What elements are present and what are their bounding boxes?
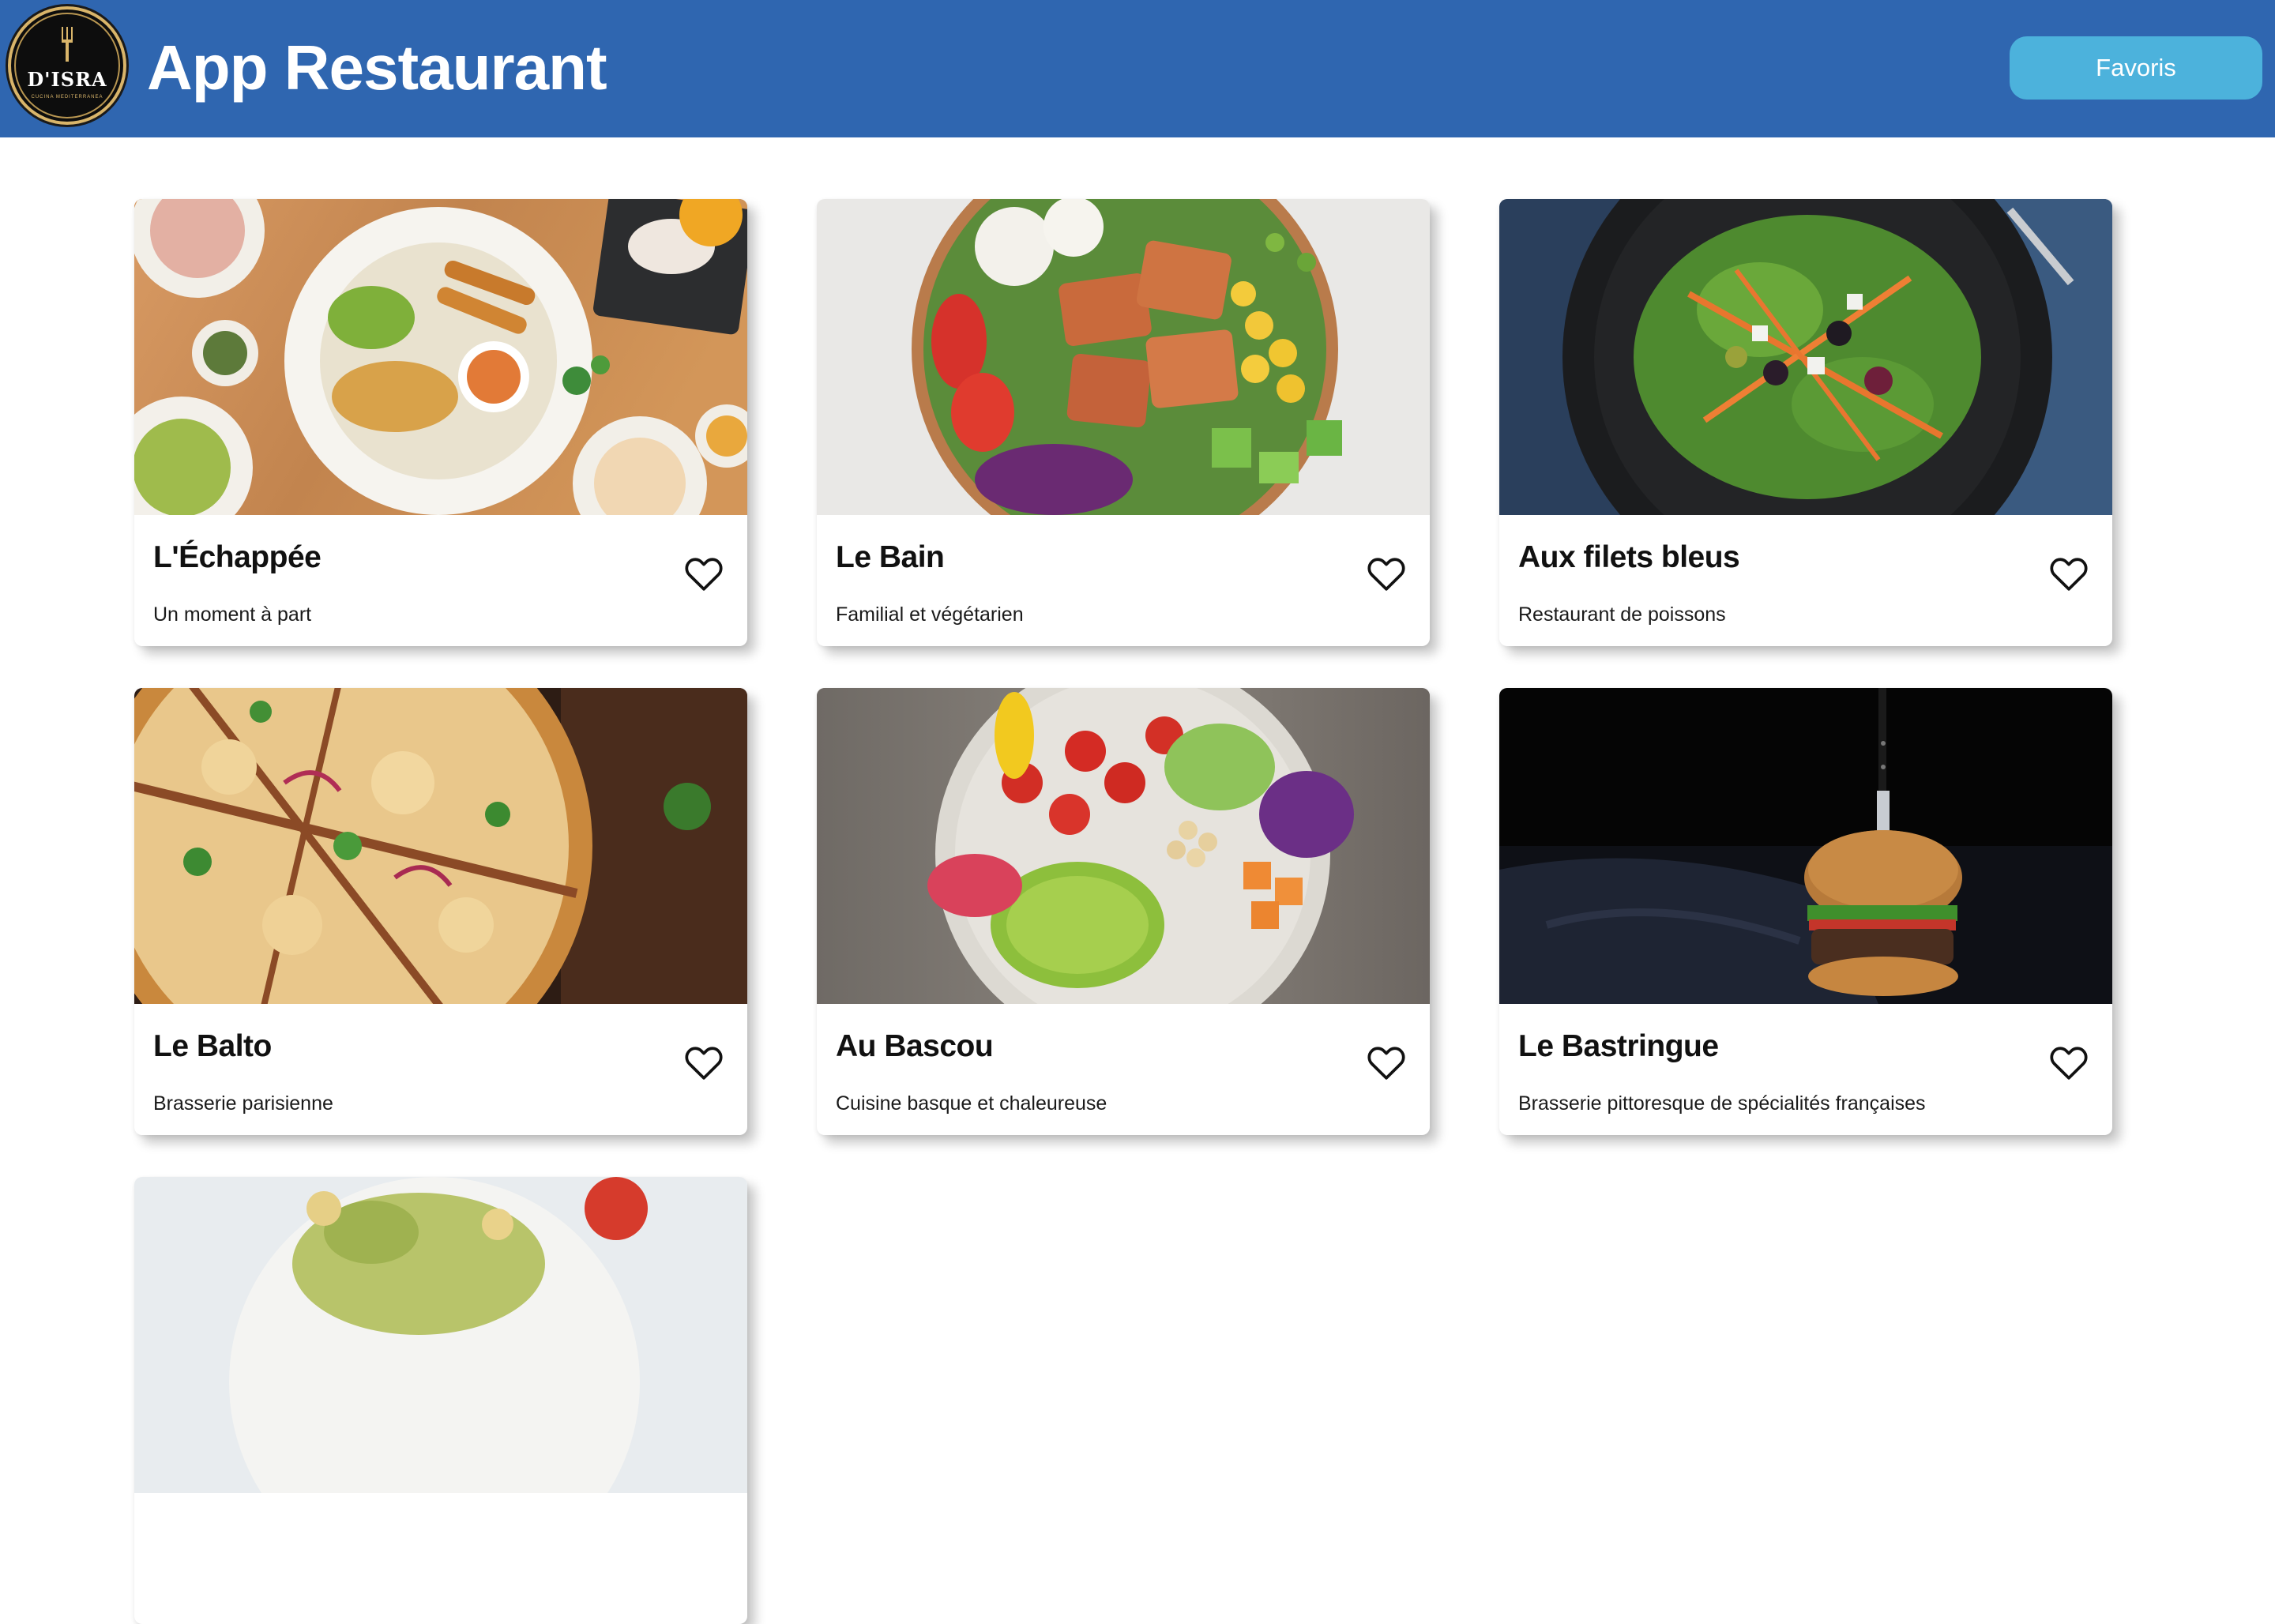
burger-with-knife-photo: [1499, 688, 2112, 1004]
tofu-salad-bowl-photo: [817, 199, 1430, 515]
restaurant-name: Le Bastringue: [1518, 1029, 1719, 1063]
restaurant-description: Brasserie parisienne: [153, 1092, 333, 1115]
heart-outline-icon[interactable]: [682, 1040, 726, 1085]
restaurant-card[interactable]: L'Échappée Un moment à part: [134, 199, 747, 646]
restaurant-card[interactable]: Le Balto Brasserie parisienne: [134, 688, 747, 1135]
restaurant-name: Le Balto: [153, 1029, 272, 1063]
restaurant-description: Un moment à part: [153, 603, 312, 626]
pizza-on-board-photo: [134, 688, 747, 1004]
restaurant-description: Familial et végétarien: [836, 603, 1024, 626]
veggie-bowl-avocado-photo: [817, 688, 1430, 1004]
restaurant-description: Cuisine basque et chaleureuse: [836, 1092, 1107, 1115]
restaurant-name: Aux filets bleus: [1518, 540, 1740, 574]
restaurant-name: L'Échappée: [153, 540, 322, 574]
heart-outline-icon[interactable]: [682, 551, 726, 596]
green-salad-dark-plate-photo: [1499, 199, 2112, 515]
restaurant-grid: L'Échappée Un moment à part Le Bain Fami…: [0, 0, 2275, 1624]
restaurant-card[interactable]: Le Bastringue Brasserie pittoresque de s…: [1499, 688, 2112, 1135]
restaurant-card[interactable]: [134, 1177, 747, 1624]
restaurant-card[interactable]: Le Bain Familial et végétarien: [817, 199, 1430, 646]
pasta-salad-photo: [134, 1177, 747, 1493]
restaurant-description: Restaurant de poissons: [1518, 603, 1726, 626]
asian-noodles-plate-photo: [134, 199, 747, 515]
restaurant-card[interactable]: Aux filets bleus Restaurant de poissons: [1499, 199, 2112, 646]
restaurant-name: Au Bascou: [836, 1029, 994, 1063]
heart-outline-icon[interactable]: [1364, 551, 1408, 596]
heart-outline-icon[interactable]: [2047, 551, 2091, 596]
restaurant-name: Le Bain: [836, 540, 945, 574]
restaurant-card[interactable]: Au Bascou Cuisine basque et chaleureuse: [817, 688, 1430, 1135]
heart-outline-icon[interactable]: [1364, 1040, 1408, 1085]
heart-outline-icon[interactable]: [2047, 1040, 2091, 1085]
restaurant-description: Brasserie pittoresque de spécialités fra…: [1518, 1092, 1926, 1115]
